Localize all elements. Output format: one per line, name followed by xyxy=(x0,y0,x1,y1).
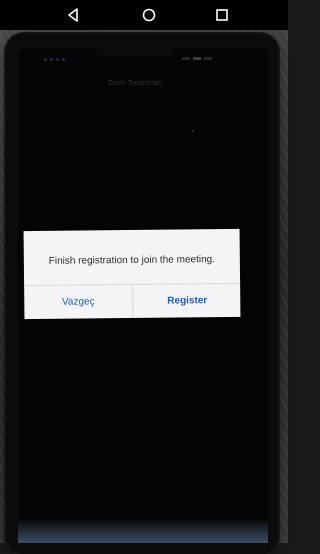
screen-speck xyxy=(192,130,194,132)
registration-dialog: Finish registration to join the meeting.… xyxy=(23,228,241,320)
cancel-button[interactable]: Vazgeç xyxy=(24,285,132,319)
phone-notch xyxy=(96,48,174,56)
phone-status-icons-left xyxy=(44,58,65,61)
recent-apps-icon[interactable] xyxy=(212,5,232,25)
app-title: Zoom Toplantıları xyxy=(108,80,162,87)
system-navigation-bar xyxy=(0,0,288,30)
phone-status-icons-right xyxy=(182,57,212,60)
register-button[interactable]: Register xyxy=(133,284,241,318)
home-icon[interactable] xyxy=(139,5,159,25)
screen-bottom-glow xyxy=(18,520,268,543)
dialog-message: Finish registration to join the meeting. xyxy=(48,254,216,267)
back-icon[interactable] xyxy=(63,5,83,25)
